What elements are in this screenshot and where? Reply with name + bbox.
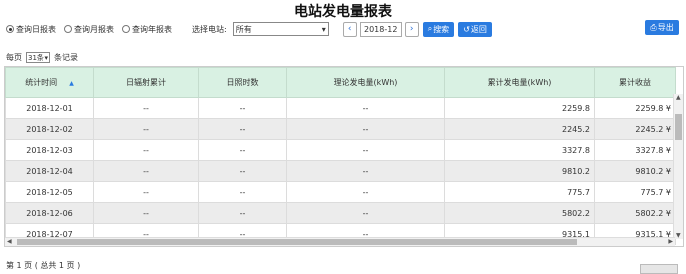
col-header-cumulative-revenue[interactable]: 累计收益	[594, 67, 676, 98]
search-button-label: 搜索	[433, 24, 450, 34]
report-table: 统计时间 ▲ 日辐射累计 日照时数 理论发电量(kWh) 累计发电量(kWh) 累…	[5, 67, 676, 245]
table-row[interactable]: 2018-12-02 -- -- -- 2245.2 2245.2 ¥	[5, 118, 676, 140]
date-cell: 2018-12-03	[5, 139, 94, 161]
sunshine-cell: --	[198, 139, 287, 161]
cumulative-output-cell: 5802.2	[444, 202, 595, 224]
next-month-button[interactable]: ›	[404, 21, 419, 37]
sunshine-cell: --	[198, 202, 287, 224]
page-size-value: 31条	[28, 53, 44, 62]
radiation-cell: --	[93, 181, 199, 203]
revenue-cell: 3327.8 ¥	[594, 139, 676, 161]
date-cell: 2018-12-01	[5, 97, 94, 119]
table-row[interactable]: 2018-12-03 -- -- -- 3327.8 3327.8 ¥	[5, 139, 676, 161]
theoretical-cell: --	[286, 160, 445, 182]
report-table-container: 统计时间 ▲ 日辐射累计 日照时数 理论发电量(kWh) 累计发电量(kWh) 累…	[4, 66, 684, 247]
radio-unchecked-icon	[64, 25, 72, 33]
radio-daily-report[interactable]: 查询日报表	[6, 24, 56, 35]
station-select[interactable]: 所有 ▾	[232, 22, 329, 36]
pagination-info: 第 1 页 ( 总共 1 页 )	[6, 261, 81, 270]
query-toolbar: 查询日报表 查询月报表 查询年报表 选择电站: 所有 ▾ ‹ 2018-12 ›…	[6, 20, 492, 38]
theoretical-cell: --	[286, 118, 445, 140]
page-size-select[interactable]: 31条 ▾	[26, 52, 50, 63]
radio-monthly-report[interactable]: 查询月报表	[64, 24, 114, 35]
radio-yearly-report[interactable]: 查询年报表	[122, 24, 172, 35]
revenue-cell: 2245.2 ¥	[594, 118, 676, 140]
table-row[interactable]: 2018-12-06 -- -- -- 5802.2 5802.2 ¥	[5, 202, 676, 224]
horizontal-scrollbar[interactable]: ◀ ▶	[5, 237, 675, 246]
scroll-down-icon[interactable]: ▼	[676, 232, 681, 239]
sort-asc-icon: ▲	[69, 80, 74, 87]
station-select-value: 所有	[235, 24, 252, 34]
radiation-cell: --	[93, 139, 199, 161]
table-row[interactable]: 2018-12-04 -- -- -- 9810.2 9810.2 ¥	[5, 160, 676, 182]
radio-checked-icon	[6, 25, 14, 33]
sunshine-cell: --	[198, 160, 287, 182]
radiation-cell: --	[93, 118, 199, 140]
cumulative-output-cell: 2245.2	[444, 118, 595, 140]
col-header-date[interactable]: 统计时间 ▲	[5, 67, 94, 98]
col-header-radiation[interactable]: 日辐射累计	[93, 67, 199, 98]
sunshine-cell: --	[198, 181, 287, 203]
radiation-cell: --	[93, 97, 199, 119]
revenue-cell: 9810.2 ¥	[594, 160, 676, 182]
radio-unchecked-icon	[122, 25, 130, 33]
scroll-up-icon[interactable]: ▲	[676, 94, 681, 101]
radio-label: 查询年报表	[132, 24, 172, 34]
station-label: 选择电站:	[192, 24, 227, 34]
theoretical-cell: --	[286, 97, 445, 119]
export-button[interactable]: ⎙ 导出	[645, 20, 679, 35]
cumulative-output-cell: 2259.8	[444, 97, 595, 119]
scroll-right-icon[interactable]: ▶	[668, 238, 673, 245]
sunshine-cell: --	[198, 97, 287, 119]
chevron-down-icon: ▾	[321, 24, 326, 34]
prev-month-button[interactable]: ‹	[342, 21, 357, 37]
vertical-scrollbar[interactable]: ▲ ▼	[673, 94, 683, 239]
vertical-scroll-thumb[interactable]	[675, 114, 682, 140]
date-cell: 2018-12-02	[5, 118, 94, 140]
col-header-sunshine-hours[interactable]: 日照时数	[198, 67, 287, 98]
chevron-down-icon: ▾	[44, 53, 48, 62]
cumulative-output-cell: 775.7	[444, 181, 595, 203]
date-value: 2018-12	[363, 24, 398, 34]
col-header-cumulative-output[interactable]: 累计发电量(kWh)	[444, 67, 595, 98]
page-size-control: 每页 31条 ▾ 条记录	[6, 52, 78, 63]
back-button[interactable]: ↺ 返回	[458, 21, 492, 37]
page-size-suffix: 条记录	[54, 53, 78, 62]
export-button-label: 导出	[657, 23, 674, 32]
revenue-cell: 2259.8 ¥	[594, 97, 676, 119]
back-button-label: 返回	[470, 24, 487, 34]
table-header-row: 统计时间 ▲ 日辐射累计 日照时数 理论发电量(kWh) 累计发电量(kWh) 累…	[5, 67, 676, 98]
radio-label: 查询日报表	[16, 24, 56, 34]
date-cell: 2018-12-06	[5, 202, 94, 224]
date-cell: 2018-12-04	[5, 160, 94, 182]
date-input[interactable]: 2018-12	[359, 21, 402, 37]
page-size-prefix: 每页	[6, 53, 22, 62]
chevron-left-icon: ‹	[347, 24, 352, 34]
table-row[interactable]: 2018-12-01 -- -- -- 2259.8 2259.8 ¥	[5, 97, 676, 119]
revenue-cell: 775.7 ¥	[594, 181, 676, 203]
theoretical-cell: --	[286, 181, 445, 203]
radio-label: 查询月报表	[74, 24, 114, 34]
table-row[interactable]: 2018-12-05 -- -- -- 775.7 775.7 ¥	[5, 181, 676, 203]
undo-icon: ↺	[463, 24, 470, 34]
theoretical-cell: --	[286, 139, 445, 161]
cumulative-output-cell: 3327.8	[444, 139, 595, 161]
sunshine-cell: --	[198, 118, 287, 140]
col-header-theoretical-output[interactable]: 理论发电量(kWh)	[286, 67, 445, 98]
scroll-left-icon[interactable]: ◀	[7, 238, 12, 245]
search-icon: ⌕	[427, 24, 433, 33]
radiation-cell: --	[93, 160, 199, 182]
page-title: 电站发电量报表	[294, 4, 392, 20]
cumulative-output-cell: 9810.2	[444, 160, 595, 182]
print-icon: ⎙	[650, 22, 657, 32]
date-cell: 2018-12-05	[5, 181, 94, 203]
revenue-cell: 5802.2 ¥	[594, 202, 676, 224]
search-button[interactable]: ⌕ 搜索	[422, 21, 455, 37]
theoretical-cell: --	[286, 202, 445, 224]
pagination-control[interactable]	[640, 264, 678, 274]
chevron-right-icon: ›	[409, 24, 414, 34]
radiation-cell: --	[93, 202, 199, 224]
horizontal-scroll-thumb[interactable]	[17, 239, 577, 245]
